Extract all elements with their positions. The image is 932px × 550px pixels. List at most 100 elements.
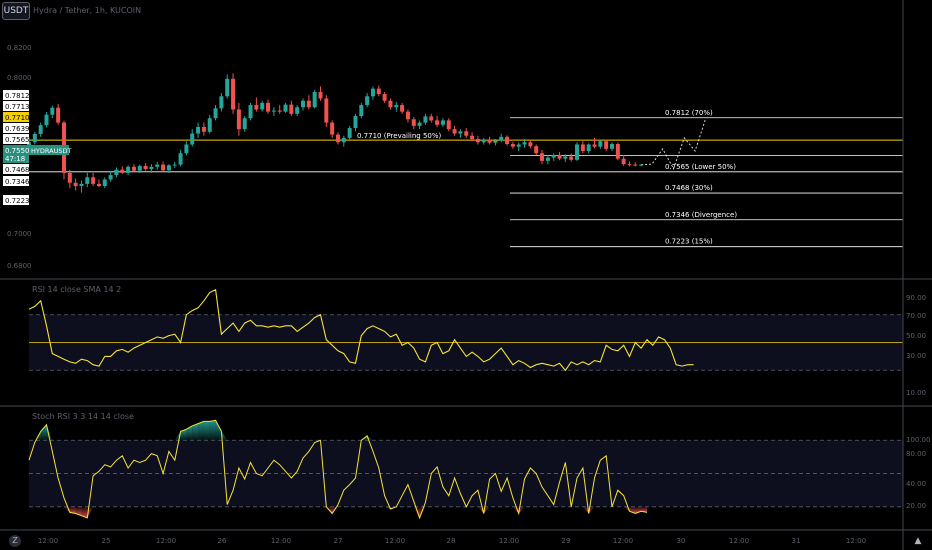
candle-body[interactable] [213,108,218,119]
candle-body[interactable] [131,166,136,171]
candle-body[interactable] [236,109,241,130]
candle-body[interactable] [341,137,346,143]
candle-body[interactable] [359,105,364,117]
candle-body[interactable] [231,78,236,110]
candle-body[interactable] [435,120,440,125]
candle-body[interactable] [417,122,422,126]
candle-body[interactable] [306,100,311,108]
reset-zoom-button[interactable]: Z [9,535,21,547]
candle-body[interactable] [32,133,37,143]
candle-body[interactable] [598,141,603,147]
candle-body[interactable] [429,116,434,121]
candle-body[interactable] [207,118,212,132]
candle-body[interactable] [85,177,90,184]
candle-body[interactable] [563,156,568,159]
candle-body[interactable] [475,139,480,143]
candle-body[interactable] [586,144,591,152]
candle-body[interactable] [114,169,119,176]
candle-body[interactable] [580,144,585,152]
candle-body[interactable] [440,120,445,125]
candle-body[interactable] [50,107,55,115]
candle-body[interactable] [411,119,416,126]
candle-body[interactable] [487,139,492,143]
candle-body[interactable] [155,164,160,167]
candle-body[interactable] [540,153,545,161]
candle-body[interactable] [126,166,131,173]
candle-body[interactable] [283,104,288,112]
candle-body[interactable] [545,157,550,161]
candle-body[interactable] [557,155,562,159]
candle-body[interactable] [423,116,428,123]
chevron-up-icon[interactable]: ▲ [912,535,924,547]
candle-body[interactable] [499,136,504,141]
candle-body[interactable] [452,129,457,134]
candle-body[interactable] [604,141,609,149]
currency-button[interactable]: USDT [2,2,30,20]
candle-body[interactable] [610,144,614,149]
candle-body[interactable] [330,122,335,135]
candle-body[interactable] [266,102,271,112]
candle-body[interactable] [312,91,317,108]
candle-body[interactable] [44,114,49,126]
candle-body[interactable] [639,164,644,166]
candle-body[interactable] [464,131,469,136]
candle-body[interactable] [627,164,632,166]
candle-body[interactable] [458,131,463,134]
candle-body[interactable] [166,165,171,171]
candle-body[interactable] [260,102,265,110]
candle-body[interactable] [225,78,230,97]
candle-body[interactable] [470,135,475,139]
candle-body[interactable] [143,165,148,169]
candle-body[interactable] [277,110,282,112]
candle-body[interactable] [295,107,300,114]
candle-body[interactable] [161,164,166,171]
candle-body[interactable] [575,144,580,160]
candle-body[interactable] [201,126,206,132]
candle-body[interactable] [254,105,259,110]
candle-body[interactable] [365,96,370,106]
candle-body[interactable] [318,91,323,99]
tradingview-chart[interactable]: Hydra / Tether, 1h, KUCOIN 0.7812 (70%) 0… [0,0,932,550]
candle-body[interactable] [370,88,375,97]
candle-body[interactable] [353,116,358,129]
candle-body[interactable] [405,111,410,120]
candle-body[interactable] [446,120,451,130]
candle-body[interactable] [324,98,329,123]
candle-body[interactable] [493,140,498,143]
candle-body[interactable] [271,110,276,112]
candle-body[interactable] [184,144,189,154]
candle-body[interactable] [388,100,393,108]
candle-body[interactable] [481,139,486,143]
candle-body[interactable] [196,126,201,134]
candle-body[interactable] [91,177,96,184]
candle-body[interactable] [569,156,574,160]
candle-body[interactable] [347,128,352,138]
candle-body[interactable] [382,94,387,101]
candle-body[interactable] [335,134,340,143]
candle-body[interactable] [510,144,515,147]
candle-body[interactable] [301,100,306,108]
candle-body[interactable] [633,164,638,166]
candle-body[interactable] [56,107,61,123]
candle-body[interactable] [528,142,533,147]
candle-body[interactable] [522,142,527,145]
candle-body[interactable] [102,179,107,187]
candle-body[interactable] [516,144,521,147]
candle-body[interactable] [534,146,539,154]
candle-body[interactable] [67,172,72,183]
candle-body[interactable] [551,155,556,158]
candle-body[interactable] [108,175,113,180]
candle-body[interactable] [178,153,183,165]
candle-body[interactable] [289,104,294,114]
candle-body[interactable] [592,144,597,147]
candle-body[interactable] [149,166,154,169]
candle-body[interactable] [394,105,399,108]
candle-body[interactable] [376,88,381,95]
candle-body[interactable] [190,133,195,145]
candle-body[interactable] [621,158,626,165]
candle-body[interactable] [505,136,510,145]
candle-body[interactable] [242,118,247,130]
candle-body[interactable] [120,169,125,173]
candle-body[interactable] [73,182,78,187]
candle-body[interactable] [79,183,84,187]
